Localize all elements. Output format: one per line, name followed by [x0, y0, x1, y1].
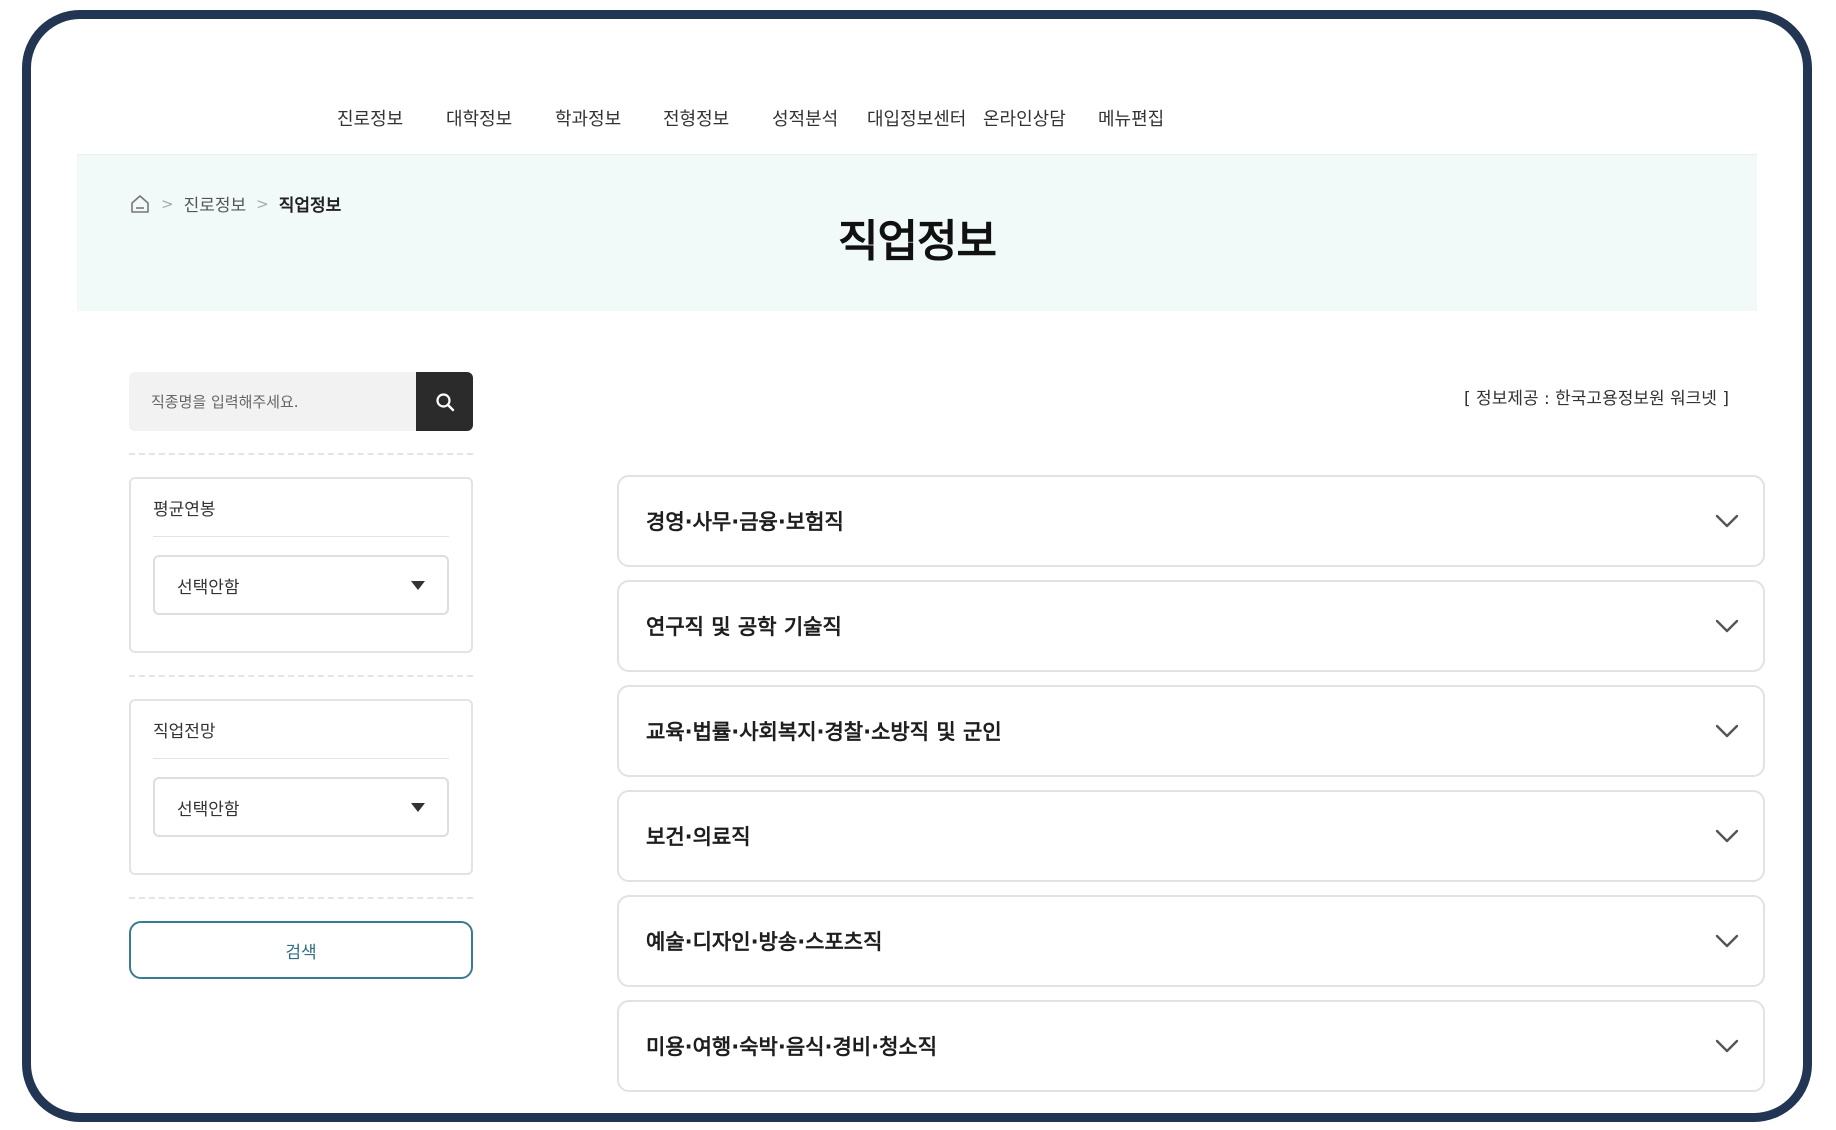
category-label: 교육·법률·사회복지·경찰·소방직 및 군인: [646, 720, 1002, 744]
search-submit-button[interactable]: 검색: [129, 921, 473, 979]
category-label: 연구직 및 공학 기술직: [646, 615, 842, 639]
category-label: 보건·의료직: [646, 825, 751, 849]
page-title: 직업정보: [838, 216, 997, 267]
nav-item-admission-type-info[interactable]: 전형정보: [663, 105, 729, 131]
category-accordion-research[interactable]: 연구직 및 공학 기술직: [617, 580, 1765, 672]
search-icon: [435, 392, 454, 411]
category-label: 미용·여행·숙박·음식·경비·청소직: [646, 1035, 938, 1059]
nav-item-menu-edit[interactable]: 메뉴편집: [1098, 105, 1164, 131]
nav-item-grade-analysis[interactable]: 성적분석: [772, 105, 838, 131]
job-category-list: 경영·사무·금융·보험직 연구직 및 공학 기술직 교육·법률·사회복지·경찰·…: [617, 475, 1765, 1105]
dropdown-caret-icon: [411, 802, 425, 812]
salary-filter-label: 평균연봉: [153, 495, 449, 537]
chevron-down-icon: [1715, 829, 1739, 843]
nav-item-major-info[interactable]: 학과정보: [555, 105, 621, 131]
category-label: 경영·사무·금융·보험직: [646, 510, 844, 534]
filter-sidebar: 평균연봉 선택안함 직업전망 선택안함 검색: [129, 372, 473, 979]
nav-item-university-info[interactable]: 대학정보: [446, 105, 512, 131]
salary-select-value: 선택안함: [177, 577, 240, 598]
nav-item-admission-center[interactable]: 대입정보센터: [867, 105, 966, 131]
category-label: 예술·디자인·방송·스포츠직: [646, 930, 883, 954]
dropdown-caret-icon: [411, 580, 425, 590]
chevron-down-icon: [1715, 724, 1739, 738]
global-nav: 진로정보 대학정보 학과정보 전형정보 성적분석 대입정보센터 온라인상담 메뉴…: [31, 19, 1803, 154]
divider: [129, 453, 473, 455]
nav-item-online-counsel[interactable]: 온라인상담: [983, 105, 1066, 131]
divider: [129, 675, 473, 677]
category-accordion-education[interactable]: 교육·법률·사회복지·경찰·소방직 및 군인: [617, 685, 1765, 777]
data-source-note: [ 정보제공 : 한국고용정보원 워크넷 ]: [1464, 389, 1729, 409]
category-accordion-health[interactable]: 보건·의료직: [617, 790, 1765, 882]
browser-frame: 진로정보 대학정보 학과정보 전형정보 성적분석 대입정보센터 온라인상담 메뉴…: [22, 10, 1812, 1122]
salary-filter: 평균연봉 선택안함: [129, 477, 473, 653]
job-search-bar: [129, 372, 473, 431]
chevron-down-icon: [1715, 514, 1739, 528]
outlook-select[interactable]: 선택안함: [153, 777, 449, 837]
outlook-select-value: 선택안함: [177, 799, 240, 820]
page-header: > 진로정보 > 직업정보 직업정보: [77, 154, 1757, 311]
category-accordion-arts[interactable]: 예술·디자인·방송·스포츠직: [617, 895, 1765, 987]
category-accordion-management[interactable]: 경영·사무·금융·보험직: [617, 475, 1765, 567]
job-search-input[interactable]: [129, 372, 416, 431]
chevron-down-icon: [1715, 1039, 1739, 1053]
outlook-filter: 직업전망 선택안함: [129, 699, 473, 875]
divider: [129, 897, 473, 899]
chevron-down-icon: [1715, 619, 1739, 633]
category-accordion-services[interactable]: 미용·여행·숙박·음식·경비·청소직: [617, 1000, 1765, 1092]
outlook-filter-label: 직업전망: [153, 717, 449, 759]
search-button[interactable]: [416, 372, 473, 431]
nav-item-career-info[interactable]: 진로정보: [337, 105, 403, 131]
chevron-down-icon: [1715, 934, 1739, 948]
salary-select[interactable]: 선택안함: [153, 555, 449, 615]
